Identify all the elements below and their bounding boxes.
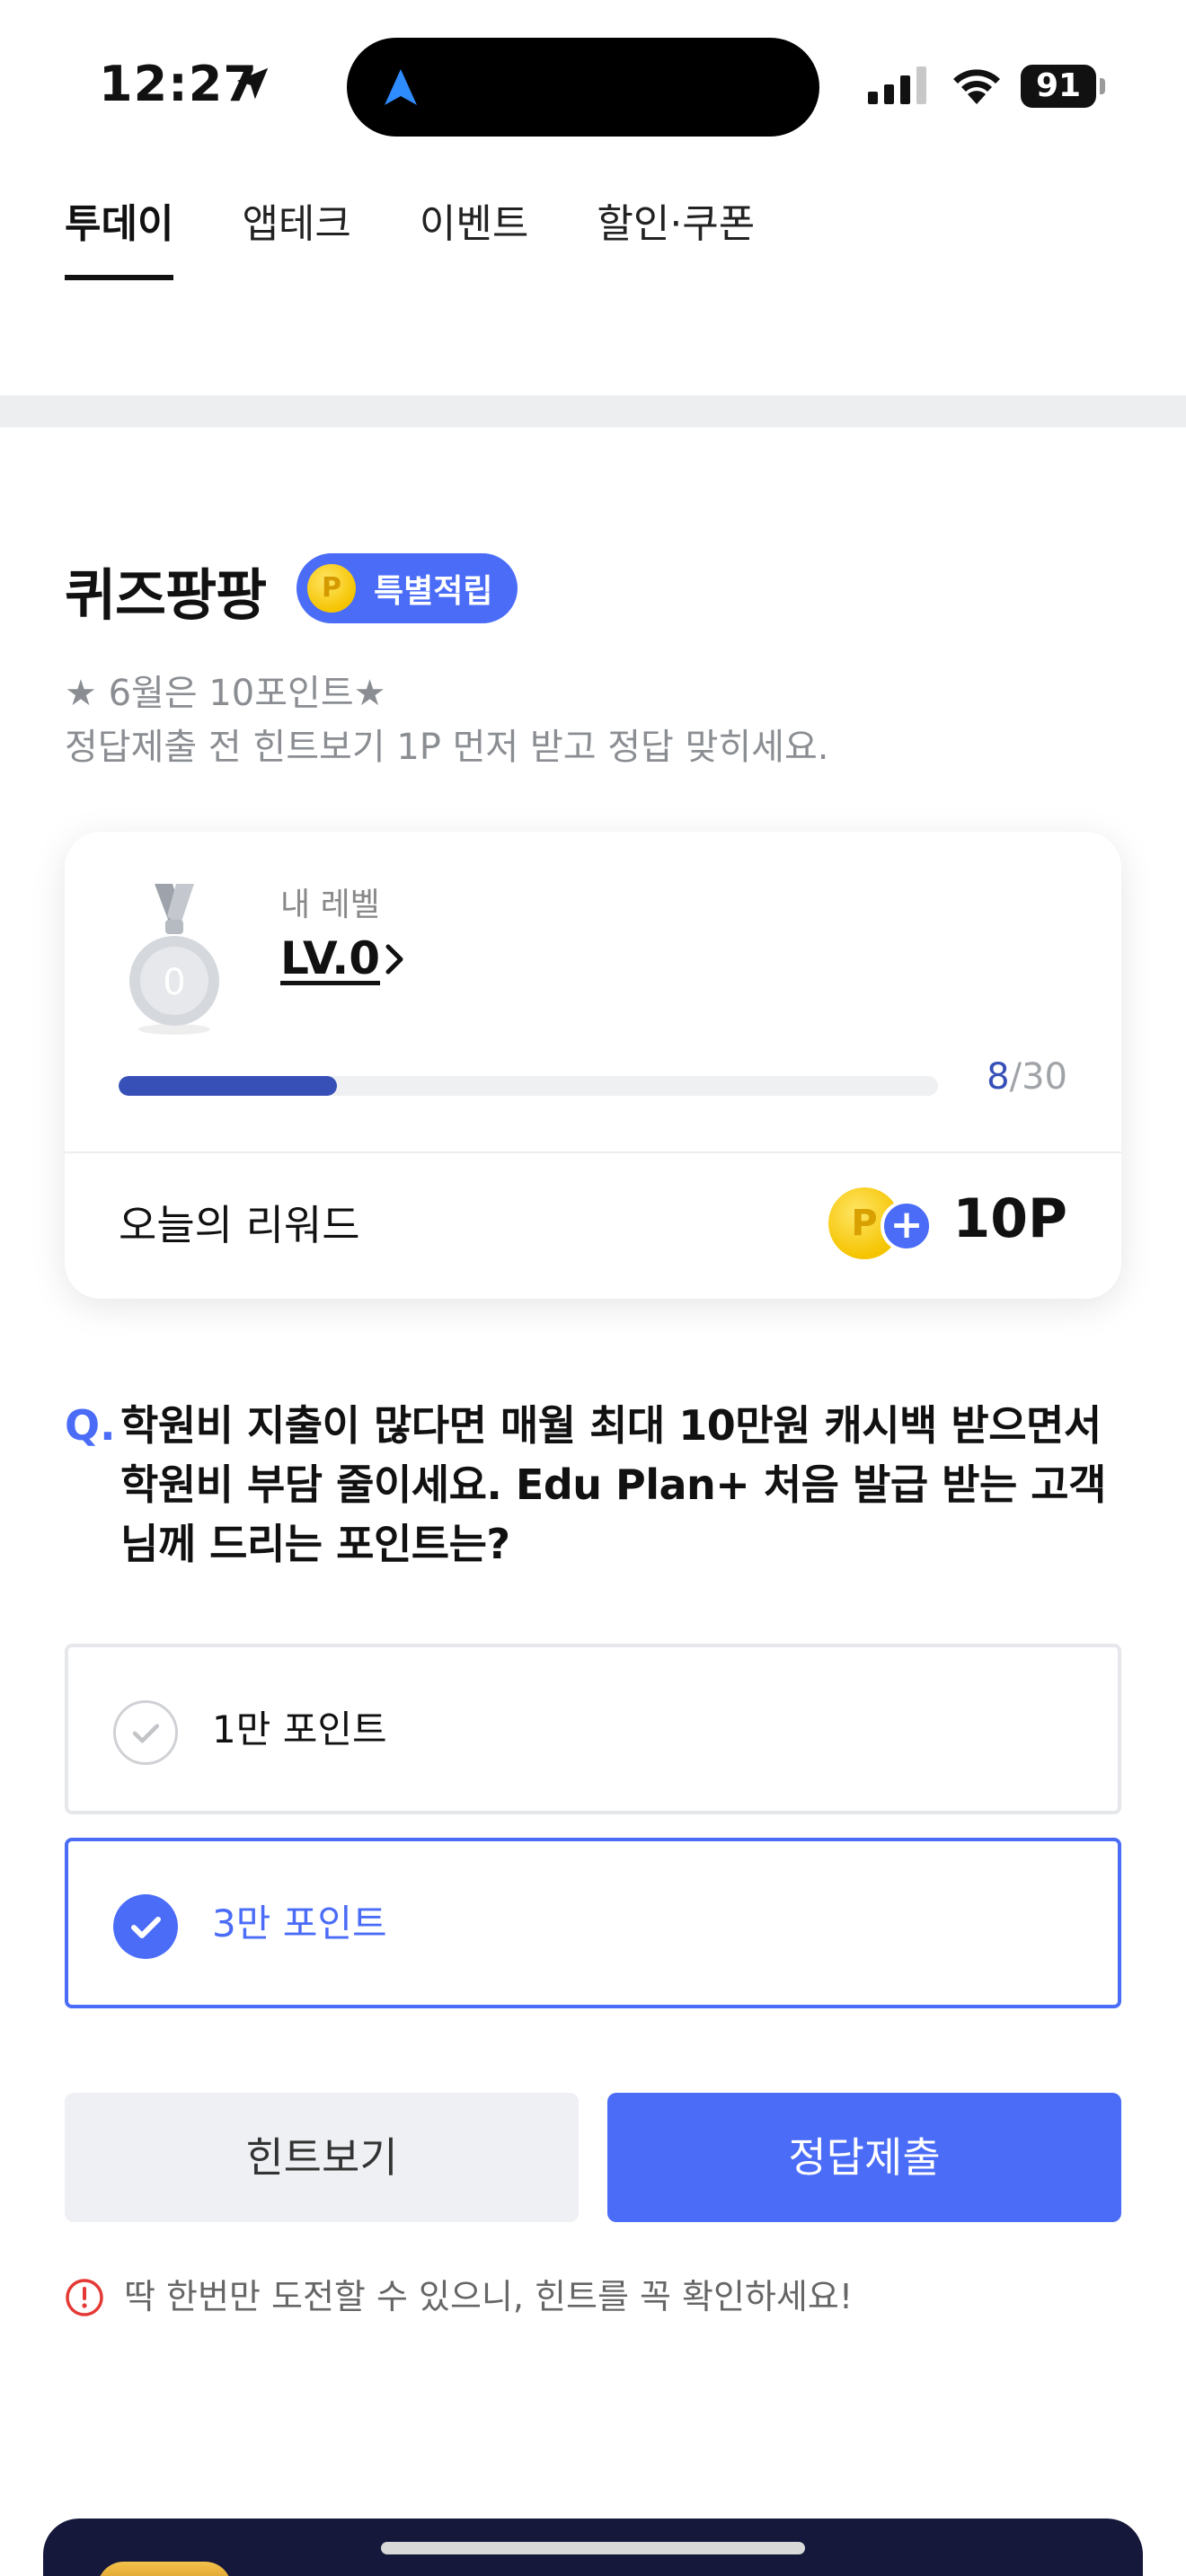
battery-level: 91: [1021, 65, 1096, 108]
question-mark: Q.: [65, 1401, 116, 1450]
level-progress-text: 8/30: [987, 1056, 1067, 1098]
badge-label: 특별적립: [374, 573, 493, 610]
medal-number: 0: [163, 962, 185, 1003]
answer-option-2[interactable]: 3만 포인트: [65, 1838, 1121, 2008]
cellular-signal-icon: [868, 66, 926, 104]
wifi-icon: [953, 69, 1000, 104]
warning-icon: [66, 2279, 103, 2316]
card-divider: [65, 1151, 1121, 1153]
battery-icon: 91: [1021, 65, 1105, 108]
answer-option-label: 1만 포인트: [212, 1707, 387, 1751]
answer-option-1[interactable]: 1만 포인트: [65, 1644, 1121, 1814]
level-card: 0 내 레벨 LV.0 8/30 오늘의 리워드 P + 10P: [65, 832, 1121, 1299]
status-bar: 12:27 91: [0, 0, 1186, 171]
hint-button[interactable]: 힌트보기: [65, 2093, 579, 2222]
progress-current: 8: [987, 1056, 1010, 1098]
level-progress-fill: [119, 1076, 338, 1096]
submit-answer-button[interactable]: 정답제출: [607, 2093, 1121, 2222]
today-reward-label: 오늘의 리워드: [119, 1201, 360, 1249]
top-tabs: 투데이 앱테크 이벤트 할인·쿠폰: [65, 198, 755, 282]
progress-total: /30: [1009, 1056, 1067, 1098]
special-reward-badge: P 특별적립: [296, 553, 518, 623]
answer-option-label: 3만 포인트: [212, 1901, 387, 1945]
tab-apptech[interactable]: 앱테크: [242, 198, 350, 282]
unchecked-circle-icon: [113, 1700, 178, 1765]
tab-discount-coupon[interactable]: 할인·쿠폰: [597, 198, 755, 282]
quiz-page: 12:27 91 투데이 앱테크 이벤트 할인·쿠폰 퀴즈팡팡 P 특별적립 ★…: [0, 0, 1186, 2576]
coin-icon: P: [307, 564, 356, 613]
dynamic-island: [347, 38, 819, 137]
banner-illustration: [97, 2562, 232, 2576]
quiz-title: 퀴즈팡팡: [65, 562, 267, 628]
home-indicator: [381, 2542, 805, 2554]
navigation-icon: [385, 69, 417, 105]
silver-medal-icon: 0: [129, 884, 219, 1035]
my-level-link[interactable]: LV.0: [280, 932, 380, 984]
level-progress-bar: [119, 1076, 938, 1096]
battery-cap: [1100, 78, 1105, 94]
warning-text: 딱 한번만 도전할 수 있으니, 힌트를 꼭 확인하세요!: [124, 2277, 854, 2316]
tab-event[interactable]: 이벤트: [420, 198, 528, 282]
section-divider: [0, 395, 1186, 428]
chevron-right-icon[interactable]: [381, 941, 408, 977]
question-text: 학원비 지출이 많다면 매월 최대 10만원 캐시백 받으면서 학원비 부담 줄…: [120, 1401, 1106, 1568]
subtitle-line-1: ★ 6월은 10포인트★: [65, 673, 386, 714]
tab-today[interactable]: 투데이: [65, 198, 174, 282]
quiz-subtitle: ★ 6월은 10포인트★ 정답제출 전 힌트보기 1P 먼저 받고 정답 맞히세…: [65, 666, 829, 774]
plus-icon: +: [881, 1200, 933, 1252]
subtitle-line-2: 정답제출 전 힌트보기 1P 먼저 받고 정답 맞히세요.: [65, 727, 829, 768]
location-arrow-icon: [236, 67, 269, 100]
my-level-label: 내 레벨: [280, 887, 380, 923]
checked-circle-icon: [113, 1894, 178, 1959]
today-reward-points: 10P: [952, 1187, 1067, 1250]
